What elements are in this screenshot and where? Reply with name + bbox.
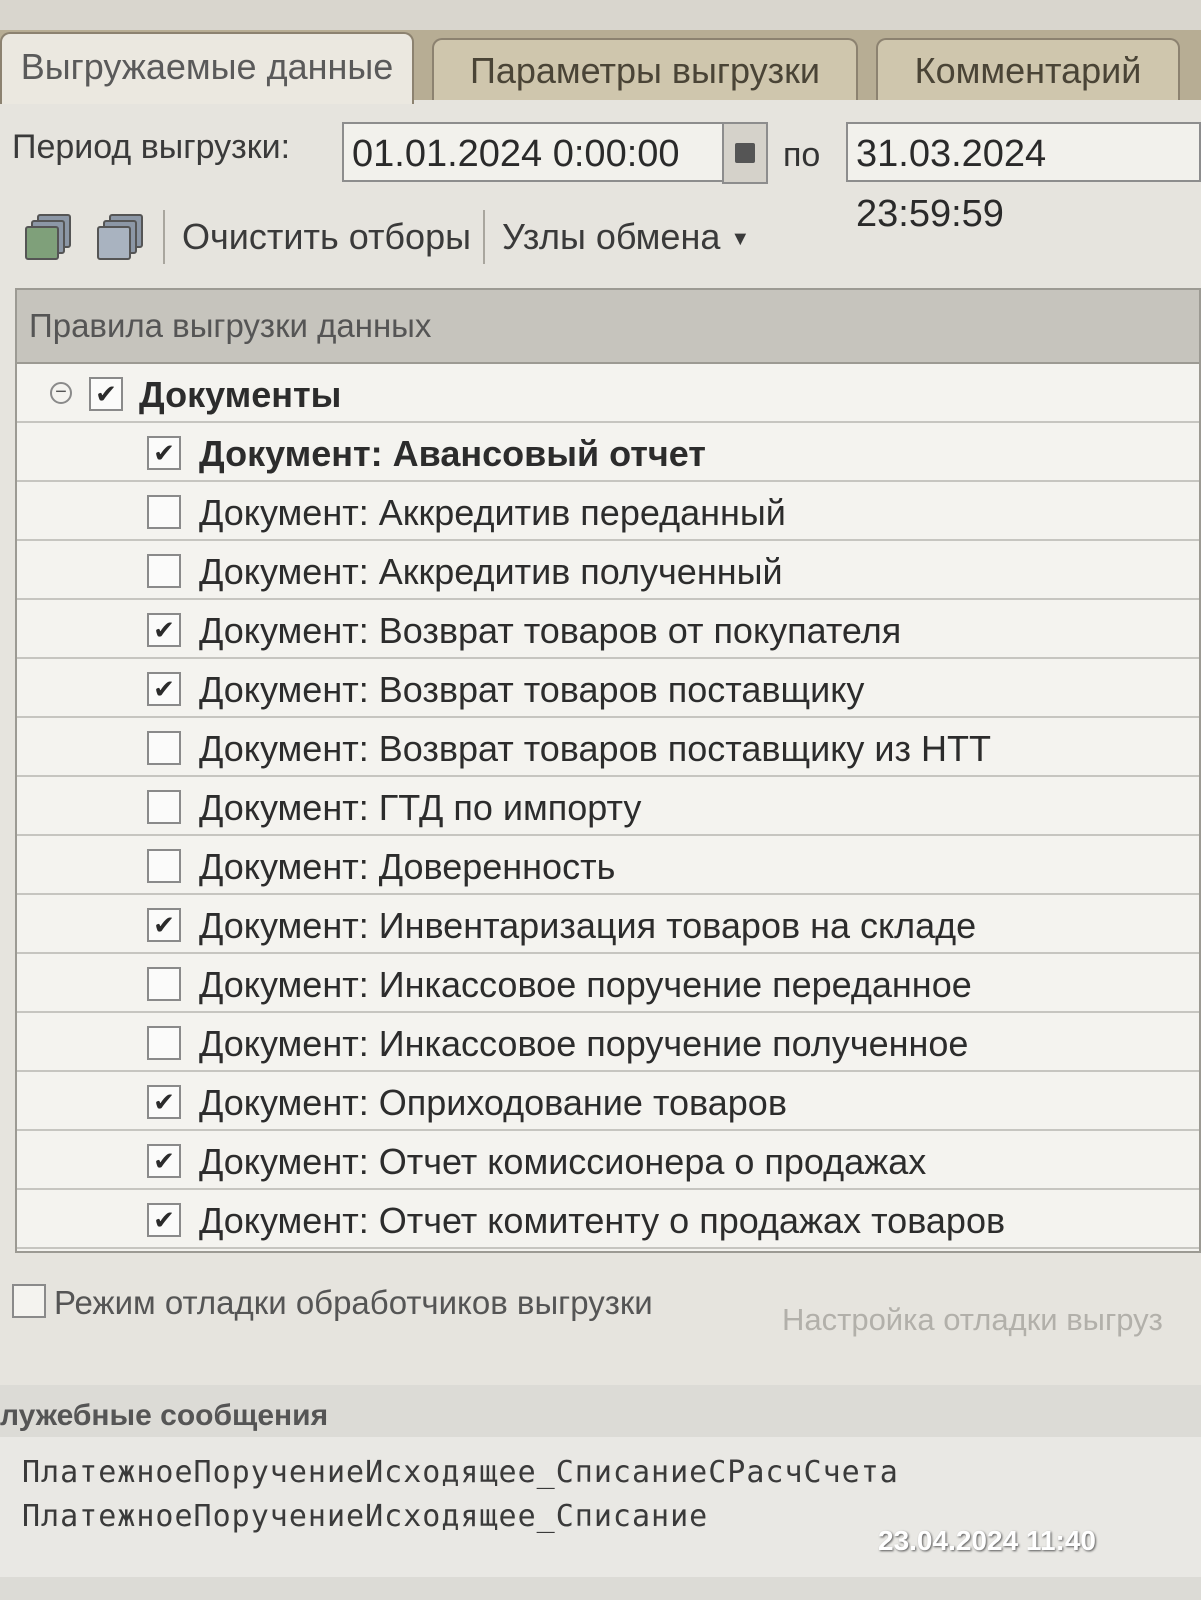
exchange-nodes-label: Узлы обмена — [502, 216, 721, 257]
period-to-label: по — [783, 136, 821, 174]
calendar-button[interactable] — [722, 122, 768, 184]
tree-item-label: Документ: Инкассовое поручение переданно… — [199, 964, 972, 1005]
check-all-icon[interactable] — [25, 214, 71, 260]
item-checkbox-checked[interactable]: ✔ — [147, 613, 181, 647]
tree-item-label: Документ: Аккредитив полученный — [199, 551, 783, 592]
tree-item[interactable]: Документ: Аккредитив переданный — [17, 482, 1199, 541]
tree-item-label: Документ: Отчет комиссионера о продажах — [199, 1141, 927, 1182]
tab-export-parameters[interactable]: Параметры выгрузки — [432, 38, 858, 102]
tree-item-label: Документ: Возврат товаров поставщику — [199, 669, 865, 710]
item-checkbox-checked[interactable]: ✔ — [147, 908, 181, 942]
toolbar: Очистить отборы Узлы обмена ▼ — [25, 208, 1195, 268]
tree-item-label: Документ: Оприходование товаров — [199, 1082, 787, 1123]
service-messages-title: лужебные сообщения — [0, 1399, 329, 1432]
export-rules-tree[interactable]: Правила выгрузки данных − ✔ Документы ✔ Д… — [15, 288, 1201, 1253]
tree-group-documents[interactable]: − ✔ Документы — [17, 364, 1199, 423]
tree-item-label: Документ: Авансовый отчет — [199, 433, 706, 474]
tree-item[interactable]: Документ: Инкассовое поручение полученно… — [17, 1013, 1199, 1072]
tree-item-label: Документ: Возврат товаров от покупателя — [199, 610, 902, 651]
tree-item[interactable]: ✔ Документ: Авансовый отчет — [17, 423, 1199, 482]
tree-item[interactable]: Документ: Доверенность — [17, 836, 1199, 895]
photo-timestamp: 23.04.2024 11:40 — [878, 1525, 1096, 1556]
item-checkbox[interactable] — [147, 790, 181, 824]
tree-item-label: Документ: Возврат товаров поставщику из … — [199, 728, 991, 769]
tree-item[interactable]: ✔ Документ: Возврат товаров поставщику — [17, 659, 1199, 718]
item-checkbox[interactable] — [147, 967, 181, 1001]
toolbar-separator — [163, 210, 165, 264]
tree-item-label: Документ: Инвентаризация товаров на скла… — [199, 905, 977, 946]
item-checkbox[interactable] — [147, 731, 181, 765]
item-checkbox[interactable] — [147, 849, 181, 883]
item-checkbox-checked[interactable]: ✔ — [147, 672, 181, 706]
item-checkbox[interactable] — [147, 1026, 181, 1060]
message-line: ПлатежноеПоручениеИсходящее_Списание — [22, 1499, 709, 1534]
period-from-field[interactable]: 01.01.2024 0:00:00 — [342, 122, 724, 182]
tree-item-label: Документ: Отчет комитенту о продажах тов… — [199, 1200, 1006, 1241]
period-label: Период выгрузки: — [12, 128, 291, 166]
tree-item-label: Документ: Инкассовое поручение полученно… — [199, 1023, 969, 1064]
tree-column-header: Правила выгрузки данных — [17, 290, 1199, 364]
collapse-icon[interactable]: − — [50, 382, 72, 404]
exchange-nodes-button[interactable]: Узлы обмена ▼ — [502, 216, 750, 258]
message-line: ПлатежноеПоручениеИсходящее_СписаниеСРас… — [22, 1455, 899, 1490]
debug-settings-link[interactable]: Настройка отладки выгруз — [782, 1302, 1163, 1338]
calendar-icon — [735, 143, 755, 163]
debug-mode-label: Режим отладки обработчиков выгрузки — [54, 1284, 653, 1321]
item-checkbox[interactable] — [147, 554, 181, 588]
tree-item[interactable]: Документ: Возврат товаров поставщику из … — [17, 718, 1199, 777]
debug-mode-row: Режим отладки обработчиков выгрузки Наст… — [12, 1276, 1201, 1338]
group-label: Документы — [139, 374, 342, 415]
tab-bar: Выгружаемые данные Параметры выгрузки Ко… — [0, 30, 1201, 104]
tree-item-label: Документ: Доверенность — [199, 846, 616, 887]
tree-item[interactable]: ✔ Документ: Отчет комиссионера о продажах — [17, 1131, 1199, 1190]
item-checkbox[interactable] — [147, 495, 181, 529]
tree-item[interactable]: Документ: Инкассовое поручение переданно… — [17, 954, 1199, 1013]
item-checkbox-checked[interactable]: ✔ — [147, 1203, 181, 1237]
group-checkbox[interactable]: ✔ — [89, 377, 123, 411]
uncheck-all-icon[interactable] — [97, 214, 143, 260]
clear-filters-button[interactable]: Очистить отборы — [182, 216, 471, 258]
tab-exported-data[interactable]: Выгружаемые данные — [0, 32, 414, 104]
toolbar-separator — [483, 210, 485, 264]
item-checkbox-checked[interactable]: ✔ — [147, 1144, 181, 1178]
tree-item[interactable]: ✔ Документ: Оприходование товаров — [17, 1072, 1199, 1131]
tree-item-label: Документ: ГТД по импорту — [199, 787, 642, 828]
tree-item[interactable]: ✔ Документ: Отчет комитенту о продажах то… — [17, 1190, 1199, 1249]
tree-item-label: Документ: Аккредитив переданный — [199, 492, 786, 533]
tree-item[interactable]: Документ: Аккредитив полученный — [17, 541, 1199, 600]
debug-mode-checkbox[interactable] — [12, 1284, 46, 1318]
item-checkbox-checked[interactable]: ✔ — [147, 436, 181, 470]
tree-item[interactable]: ✔ Документ: Возврат товаров от покупателя — [17, 600, 1199, 659]
tree-item[interactable]: ✔ Документ: Инвентаризация товаров на скл… — [17, 895, 1199, 954]
service-messages-panel: лужебные сообщения ПлатежноеПоручениеИсх… — [0, 1385, 1201, 1600]
period-to-field[interactable]: 31.03.2024 23:59:59 — [846, 122, 1201, 235]
item-checkbox-checked[interactable]: ✔ — [147, 1085, 181, 1119]
tab-comment[interactable]: Комментарий — [876, 38, 1180, 102]
tree-item[interactable]: Документ: ГТД по импорту — [17, 777, 1199, 836]
chevron-down-icon: ▼ — [730, 227, 751, 250]
